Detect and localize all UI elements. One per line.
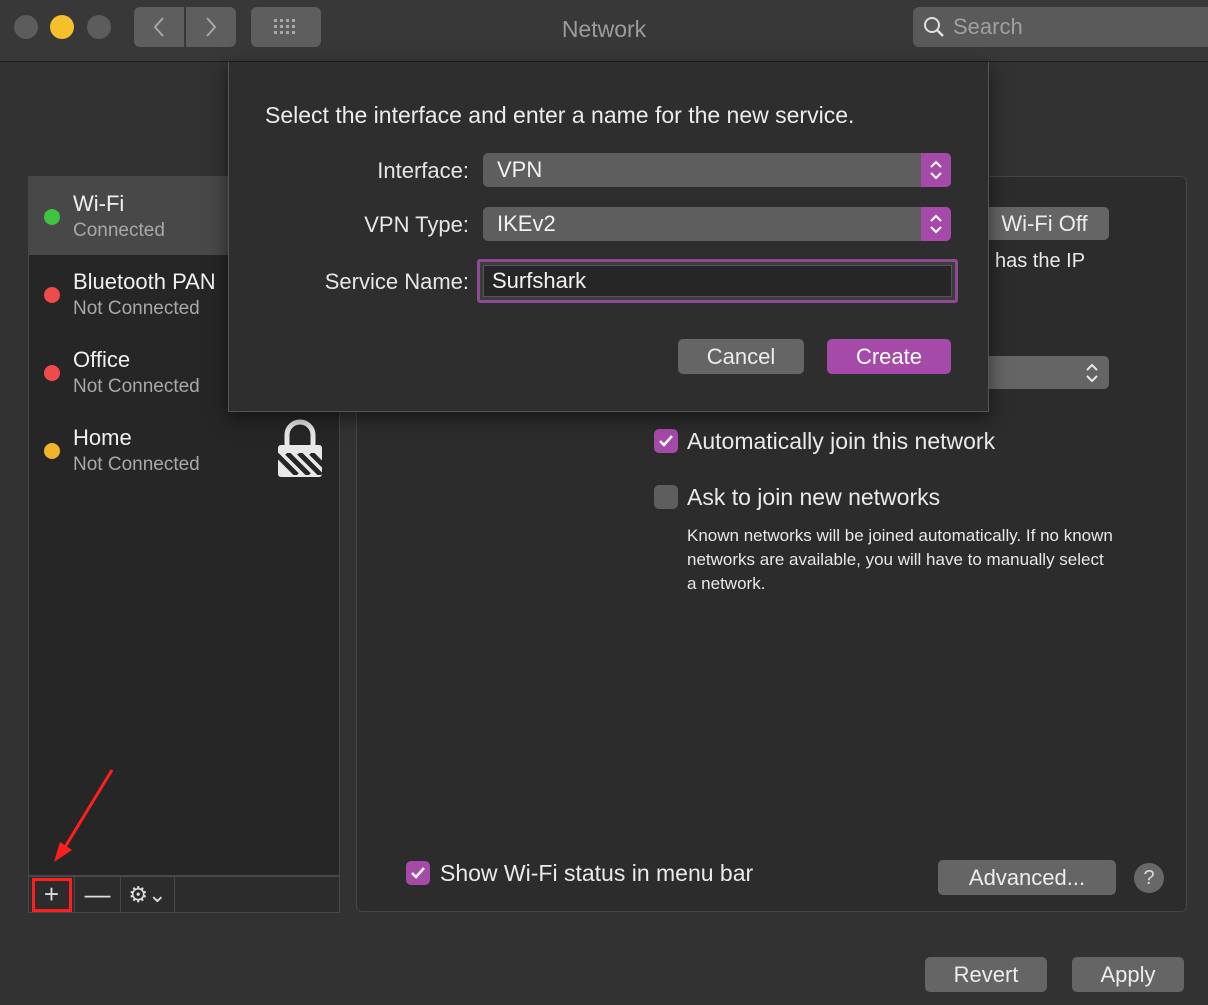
status-dot <box>44 365 60 381</box>
service-name-label: Service Name: <box>324 269 469 294</box>
service-status: Connected <box>73 220 165 241</box>
revert-button[interactable]: Revert <box>925 957 1047 992</box>
vpn-type-popup[interactable]: IKEv2 <box>483 207 951 241</box>
service-status: Not Connected <box>73 376 200 397</box>
ask-join-checkbox[interactable] <box>654 485 678 509</box>
help-button[interactable]: ? <box>1134 863 1164 893</box>
up-down-arrows-icon <box>930 160 942 180</box>
apply-button[interactable]: Apply <box>1072 957 1184 992</box>
create-button[interactable]: Create <box>827 339 951 374</box>
dialog-title: Select the interface and enter a name fo… <box>265 102 855 128</box>
status-dot <box>44 209 60 225</box>
auto-join-checkbox[interactable] <box>654 429 678 453</box>
popup-arrows <box>921 153 951 187</box>
up-down-arrows-icon <box>930 214 942 234</box>
ask-join-help-text: Known networks will be joined automatica… <box>687 526 1113 593</box>
action-menu-button[interactable]: ⚙⌄ <box>121 877 175 912</box>
lock-icon <box>278 419 322 477</box>
checkmark-icon <box>411 867 425 879</box>
show-status-label: Show Wi-Fi status in menu bar <box>440 860 754 886</box>
service-status: Not Connected <box>73 298 200 319</box>
ask-join-label: Ask to join new networks <box>687 484 941 510</box>
service-name: Office <box>73 347 131 372</box>
service-name: Home <box>73 425 132 450</box>
show-status-checkbox[interactable] <box>406 861 430 885</box>
interface-label: Interface: <box>377 158 469 183</box>
service-list-toolbar: + — ⚙⌄ <box>28 876 340 913</box>
new-service-dialog: Select the interface and enter a name fo… <box>228 62 989 412</box>
service-item-home[interactable]: Home Not Connected <box>29 411 339 489</box>
service-name-input[interactable] <box>483 265 952 297</box>
network-name-popup[interactable] <box>985 356 1109 389</box>
cancel-button[interactable]: Cancel <box>678 339 804 374</box>
remove-service-button[interactable]: — <box>75 877 121 912</box>
add-service-button[interactable]: + <box>29 877 75 912</box>
checkmark-icon <box>659 435 673 447</box>
search-icon <box>924 17 944 37</box>
search-box[interactable] <box>913 7 1208 47</box>
service-name: Wi-Fi <box>73 191 125 216</box>
interface-value: VPN <box>497 157 543 182</box>
auto-join-label: Automatically join this network <box>687 428 996 454</box>
up-down-arrows-icon <box>1086 363 1098 382</box>
service-name-field[interactable] <box>477 259 958 303</box>
interface-popup[interactable]: VPN <box>483 153 951 187</box>
status-description-text: has the IP <box>995 250 1086 272</box>
vpn-type-label: VPN Type: <box>364 212 469 237</box>
vpn-type-value: IKEv2 <box>497 211 556 236</box>
status-dot <box>44 443 60 459</box>
annotation-arrow-icon <box>54 769 114 862</box>
service-name: Bluetooth PAN <box>73 269 216 294</box>
wifi-off-button[interactable]: Wi-Fi Off <box>980 207 1109 240</box>
title-bar: Network <box>0 0 1208 62</box>
service-status: Not Connected <box>73 454 200 475</box>
advanced-button[interactable]: Advanced... <box>938 860 1116 895</box>
search-input[interactable] <box>953 14 1193 40</box>
status-dot <box>44 287 60 303</box>
popup-arrows <box>921 207 951 241</box>
